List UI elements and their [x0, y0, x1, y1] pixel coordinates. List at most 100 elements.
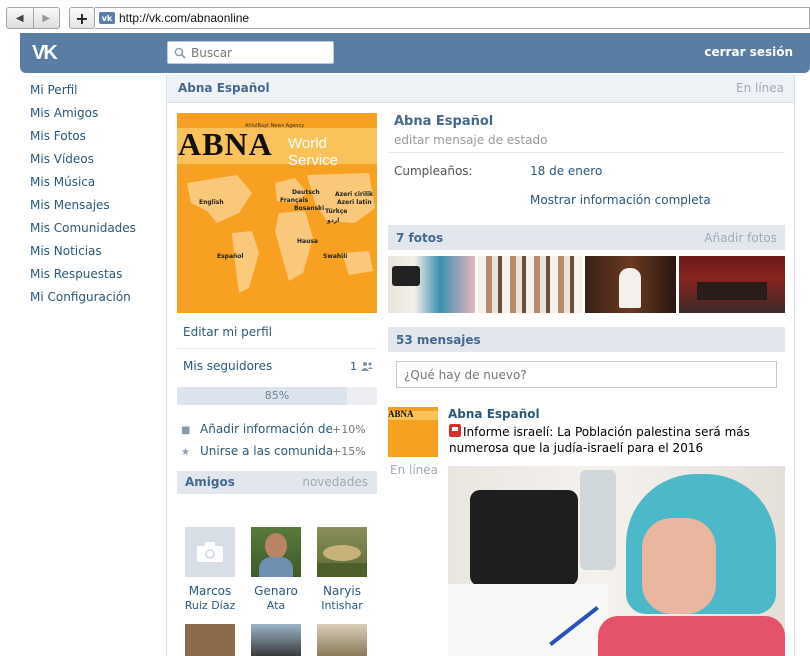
menu-item-profile[interactable]: Mi Perfil: [30, 82, 160, 105]
url-text[interactable]: http://vk.com/abnaonline: [119, 11, 249, 25]
photo-thumbnail[interactable]: [585, 256, 676, 313]
edit-profile-link[interactable]: Editar mi perfil: [183, 325, 272, 339]
lang-label: Hausa: [297, 238, 318, 245]
lang-label: Swahili: [323, 253, 348, 260]
task-label: Añadir información de la: [200, 422, 332, 436]
profile-avatar[interactable]: ABNA World Service AhlulBayt News Agency…: [177, 113, 377, 313]
post-online-status: En línea: [390, 463, 439, 477]
post-author-name[interactable]: Abna Español: [448, 407, 540, 421]
friend-card[interactable]: Marcos Ruiz Díaz: [177, 527, 243, 613]
menu-item-messages[interactable]: Mis Mensajes: [30, 197, 160, 220]
lang-label: Azeri cirilik: [335, 191, 374, 198]
lock-icon: ■: [181, 425, 191, 436]
friends-header: Amigos novedades: [177, 471, 377, 494]
new-tab-button[interactable]: +: [69, 7, 95, 29]
photos-title[interactable]: 7 fotos: [396, 231, 443, 245]
show-full-info-link[interactable]: Mostrar información completa: [530, 193, 711, 207]
logout-link[interactable]: cerrar sesión: [704, 45, 793, 59]
search-icon: [174, 47, 186, 59]
lang-label: Français: [280, 197, 309, 204]
site-header: VK cerrar sesión: [20, 33, 810, 73]
people-icon: [360, 362, 373, 371]
add-photos-link[interactable]: Añadir fotos: [704, 231, 777, 245]
friend-card[interactable]: Naryis Intishar: [309, 527, 375, 613]
profile-panel: Abna Español En línea ABNA World Service…: [166, 75, 795, 656]
menu-item-news[interactable]: Mis Noticias: [30, 243, 160, 266]
online-status: En línea: [735, 81, 784, 95]
friend-avatar: [251, 527, 301, 577]
new-post-box[interactable]: [396, 361, 777, 388]
menu-item-music[interactable]: Mis Música: [30, 174, 160, 197]
post-body: Informe israelí: La Población palestina …: [449, 425, 750, 455]
task-join-communities[interactable]: ★ Unirse a las comunidades+15%: [181, 444, 381, 458]
post-author-avatar[interactable]: ABNA: [388, 407, 438, 457]
friend-avatar[interactable]: [251, 624, 301, 656]
forward-button[interactable]: ▶: [32, 8, 60, 28]
friends-title[interactable]: Amigos: [185, 475, 235, 489]
search-input[interactable]: [191, 45, 321, 60]
menu-item-videos[interactable]: Mis Vídeos: [30, 151, 160, 174]
menu-item-settings[interactable]: Mi Configuración: [30, 289, 160, 312]
logo-world-service-text: World Service: [288, 135, 339, 169]
address-bar[interactable]: vk http://vk.com/abnaonline: [95, 7, 810, 29]
friend-avatar[interactable]: [317, 624, 367, 656]
menu-item-answers[interactable]: Mis Respuestas: [30, 266, 160, 289]
camera-icon: [185, 527, 235, 577]
friend-last-name: Ruiz Díaz: [184, 599, 236, 612]
followers-count-value: 1: [350, 360, 357, 373]
profile-completion-bar: 85%: [177, 387, 377, 405]
photo-thumbnail[interactable]: [679, 256, 785, 313]
friend-last-name: Intishar: [321, 599, 363, 612]
lang-label: اردو: [327, 217, 340, 224]
new-post-input[interactable]: [397, 362, 776, 387]
back-button[interactable]: ◀: [7, 8, 33, 28]
browser-toolbar: ◀ ▶ + vk http://vk.com/abnaonline: [0, 0, 810, 33]
friend-card[interactable]: Genaro Ata: [243, 527, 309, 613]
photo-thumbnail[interactable]: [478, 256, 582, 313]
vk-favicon-icon: vk: [99, 12, 115, 24]
post-text: Informe israelí: La Población palestina …: [449, 424, 784, 456]
divider: [388, 152, 785, 153]
menu-item-communities[interactable]: Mis Comunidades: [30, 220, 160, 243]
progress-percent: 85%: [264, 389, 290, 402]
birthday-label: Cumpleaños:: [394, 164, 473, 178]
lang-label: Azeri latin: [337, 199, 372, 206]
edit-status-link[interactable]: editar mensaje de estado: [394, 133, 547, 147]
pushpin-icon: [449, 424, 461, 437]
vk-logo[interactable]: VK: [32, 42, 58, 65]
followers-count[interactable]: 1: [350, 360, 373, 373]
menu-item-friends[interactable]: Mis Amigos: [30, 105, 160, 128]
friends-updates-link[interactable]: novedades: [302, 475, 368, 489]
menu-item-photos[interactable]: Mis Fotos: [30, 128, 160, 151]
friend-avatar: [317, 527, 367, 577]
lang-label: Bosanski: [294, 205, 325, 212]
lang-label: Español: [217, 253, 244, 260]
lang-label: Deutsch: [292, 189, 320, 196]
friend-avatar[interactable]: [185, 624, 235, 656]
header-profile-name[interactable]: Abna Español: [178, 81, 270, 95]
followers-link[interactable]: Mis seguidores: [183, 359, 272, 373]
friend-last-name: Ata: [266, 599, 286, 612]
post-image[interactable]: [448, 466, 785, 656]
birthday-value[interactable]: 18 de enero: [530, 164, 602, 178]
task-percent: +10%: [332, 423, 366, 436]
left-menu: Mi Perfil Mis Amigos Mis Fotos Mis Vídeo…: [30, 82, 160, 312]
lang-label: English: [199, 199, 224, 206]
logo-abna-text: ABNA: [178, 126, 273, 162]
nav-buttons: ◀ ▶: [6, 7, 60, 29]
wall-header: 53 mensajes: [388, 327, 785, 352]
task-add-info[interactable]: ■ Añadir información de la+10%: [181, 422, 381, 436]
friend-first-name: Genaro: [254, 584, 298, 598]
search-box[interactable]: [167, 41, 334, 64]
profile-name: Abna Español: [394, 114, 494, 129]
wall-title[interactable]: 53 mensajes: [396, 333, 481, 347]
star-icon: ★: [181, 447, 190, 458]
post-avatar-abna: ABNA: [388, 409, 414, 419]
task-percent: +15%: [332, 445, 366, 458]
logo-agency-text: AhlulBayt News Agency: [245, 123, 305, 129]
photo-thumbnail[interactable]: [388, 256, 475, 313]
photos-header: 7 fotos Añadir fotos: [388, 225, 785, 250]
camera-bag: [470, 490, 578, 586]
friend-first-name: Naryis: [323, 584, 361, 598]
friend-first-name: Marcos: [188, 584, 232, 598]
